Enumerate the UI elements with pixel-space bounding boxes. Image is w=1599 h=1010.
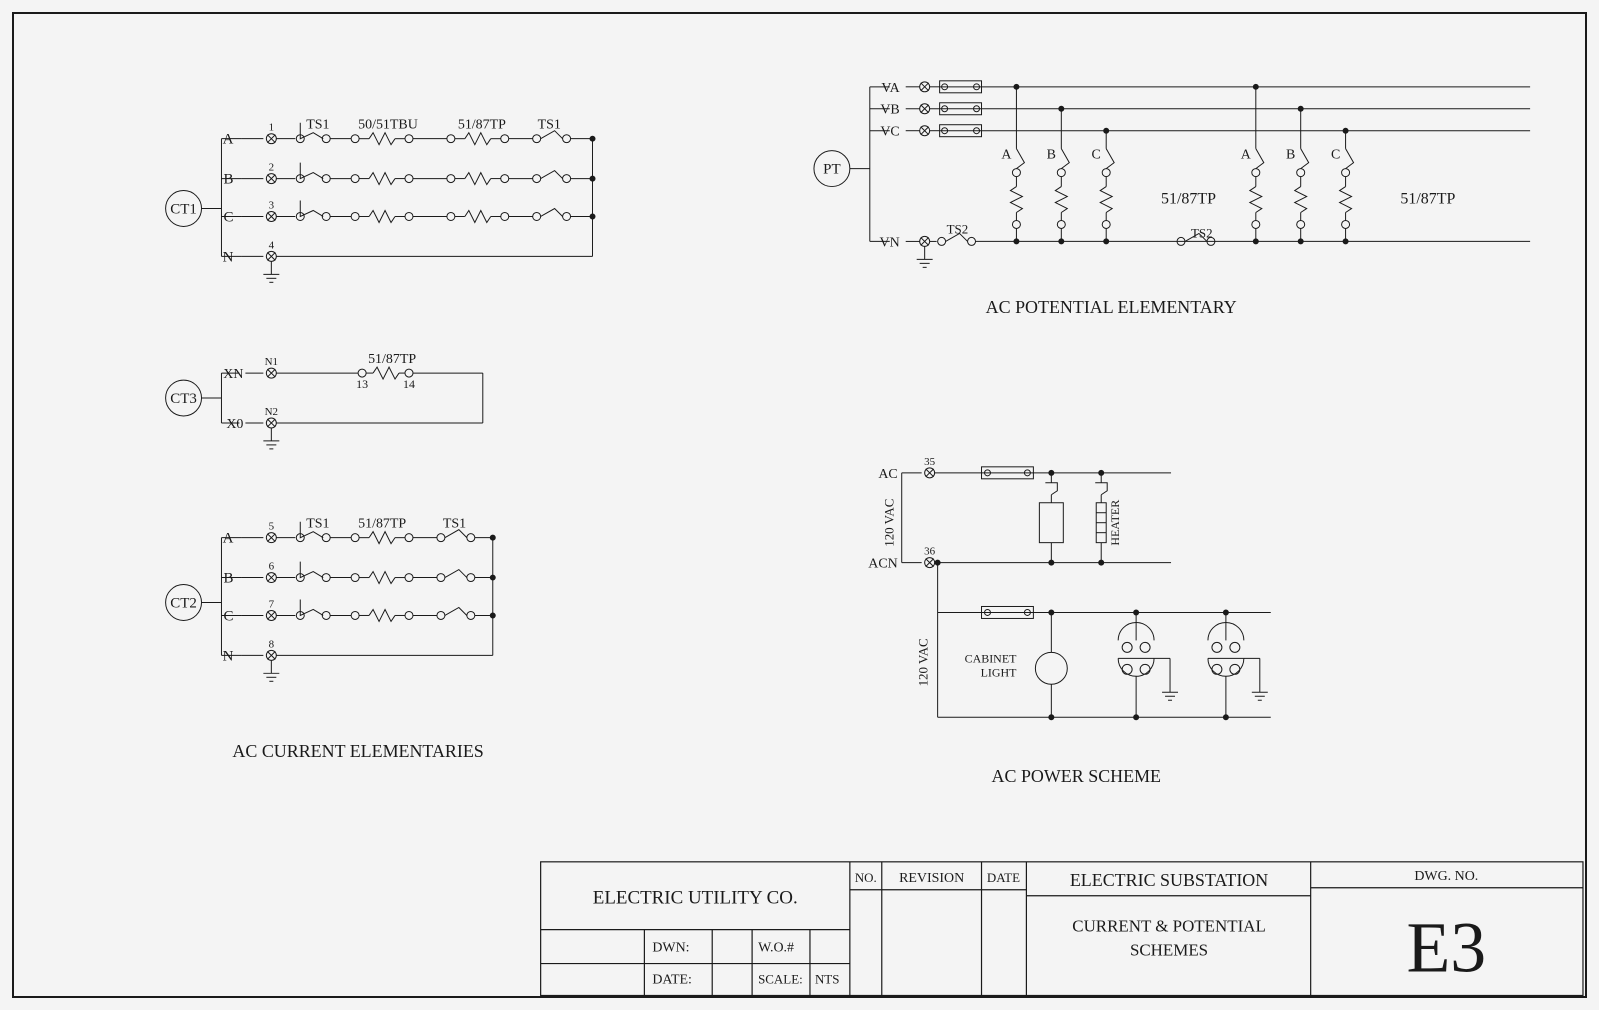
- tb-dwn: DWN:: [652, 941, 689, 956]
- tb-project: ELECTRIC SUBSTATION: [1070, 870, 1268, 890]
- schematic-canvas: CT1 TS1 50/51TBU 51/87TP TS1 A 1 B: [14, 14, 1585, 997]
- tb-sheet1: CURRENT & POTENTIAL: [1072, 917, 1266, 936]
- ct3-term-b: 14: [403, 377, 415, 391]
- power-ac-num: 35: [924, 456, 935, 468]
- ct3-x0-num: N2: [265, 406, 278, 418]
- tb-scale-val: NTS: [815, 972, 839, 987]
- tb-date: DATE:: [652, 973, 692, 988]
- power-heater-label: HEATER: [1108, 500, 1122, 546]
- ct2-label: CT2: [170, 595, 197, 611]
- power-acn-num: 36: [924, 546, 935, 558]
- power-receptacle-2: [1208, 610, 1268, 720]
- tb-dwg-no-label: DWG. NO.: [1414, 869, 1478, 884]
- tb-revision: REVISION: [899, 871, 964, 886]
- power-cabinet-light: CABINET LIGHT: [965, 610, 1068, 720]
- tb-wo: W.O.#: [758, 941, 794, 956]
- pt-vb-name: VB: [880, 103, 899, 118]
- ct1-row-b: B 2: [221, 162, 595, 188]
- ct3-row-xn: XN N1 13 14: [221, 356, 482, 391]
- pt-g2-b: B: [1286, 148, 1295, 163]
- pt-row-vn: VN TS2 TS2: [870, 221, 1530, 267]
- ct1-relay1: 50/51TBU: [358, 118, 418, 133]
- pt-g1-a: A: [1001, 148, 1011, 163]
- tb-date-col: DATE: [987, 870, 1020, 885]
- pt-label: PT: [823, 162, 840, 178]
- tb-company: ELECTRIC UTILITY CO.: [593, 888, 798, 909]
- ct1-phase-a-name: A: [223, 132, 234, 148]
- ct2-ts-left: TS1: [306, 517, 329, 532]
- pt-g2-c: C: [1331, 148, 1340, 163]
- ct1-n-num: 4: [269, 239, 275, 251]
- power-acn-name: ACN: [868, 557, 897, 572]
- pt-g1-c: C: [1092, 148, 1101, 163]
- ct1-label: CT1: [170, 201, 197, 217]
- ct2-n-num: 8: [269, 638, 275, 650]
- ct3-block: CT3 51/87TP XN N1 13 14 X0 N2: [166, 352, 483, 449]
- power-ac-name: AC: [878, 467, 897, 482]
- tb-dwg-no: E3: [1406, 908, 1486, 988]
- ct2-row-b: B 6: [221, 561, 495, 587]
- tb-sheet2: SCHEMES: [1130, 941, 1208, 960]
- power-volt-1: 120 VAC: [882, 499, 897, 547]
- ct3-term-a: 13: [356, 377, 368, 391]
- pt-g1-b: B: [1047, 148, 1056, 163]
- ct3-row-x0: X0 N2: [221, 406, 482, 449]
- ct2-relay: 51/87TP: [358, 517, 406, 532]
- pt-ts2-1: TS2: [947, 221, 969, 236]
- ct1-phase-a-num: 1: [269, 122, 274, 134]
- pt-row-va: VA: [870, 81, 1530, 96]
- ct2-c-num: 7: [269, 598, 275, 610]
- ct2-row-n: N 8: [221, 638, 492, 681]
- pt-row-vc: VC: [870, 125, 1530, 140]
- ct2-a-name: A: [223, 531, 234, 547]
- power-receptacle-1: [1118, 610, 1178, 720]
- ct2-block: CT2 TS1 51/87TP TS1 A 5 B 6: [166, 517, 496, 682]
- ct3-x0-name: X0: [226, 417, 243, 432]
- pt-va-name: VA: [881, 81, 899, 96]
- ct3-relay: 51/87TP: [368, 352, 416, 367]
- ct1-relay2: 51/87TP: [458, 118, 506, 133]
- power-light-label-2: LIGHT: [981, 665, 1018, 679]
- pt-g2-a: A: [1241, 148, 1251, 163]
- ct2-n-name: N: [223, 648, 234, 664]
- tb-no: NO.: [855, 870, 877, 885]
- ct2-c-name: C: [223, 608, 233, 624]
- ct2-row-c: C 7: [221, 598, 495, 624]
- pt-relay-1: 51/87TP: [1161, 191, 1216, 208]
- drawing-frame: CT1 TS1 50/51TBU 51/87TP TS1 A 1 B: [12, 12, 1587, 998]
- ct3-label: CT3: [170, 391, 197, 407]
- ct1-b-num: 2: [269, 162, 274, 174]
- ct2-a-num: 5: [269, 521, 275, 533]
- power-heater: HEATER: [1095, 470, 1122, 565]
- pt-vn-name: VN: [880, 235, 900, 250]
- ct1-n-name: N: [223, 249, 234, 265]
- ct2-b-name: B: [223, 571, 233, 587]
- ct1-b-name: B: [223, 172, 233, 188]
- power-device-1: [1039, 470, 1063, 565]
- ct3-xn-name: XN: [223, 367, 243, 382]
- title-potential: AC POTENTIAL ELEMENTARY: [986, 297, 1237, 317]
- pt-relay-2: 51/87TP: [1400, 191, 1455, 208]
- pt-row-vb: VB: [870, 103, 1530, 118]
- ct1-ts-left: TS1: [306, 118, 329, 133]
- tb-scale-label: SCALE:: [758, 972, 803, 987]
- title-current: AC CURRENT ELEMENTARIES: [232, 741, 483, 761]
- ct1-block: CT1 TS1 50/51TBU 51/87TP TS1 A 1 B: [166, 118, 595, 283]
- title-power: AC POWER SCHEME: [992, 766, 1161, 786]
- power-light-label-1: CABINET: [965, 651, 1017, 665]
- ct1-row-c: C 3: [221, 200, 595, 226]
- ct1-row-n: N 4: [221, 239, 592, 282]
- pt-block: PT VA VB VC VN: [814, 81, 1530, 268]
- power-block: AC 35 ACN 36 120 VAC HEATER 120 VAC: [868, 456, 1271, 720]
- ct2-ts-right: TS1: [443, 517, 466, 532]
- ct2-b-num: 6: [269, 561, 275, 573]
- title-block: ELECTRIC UTILITY CO. DWN: DATE: W.O.# SC…: [541, 862, 1583, 996]
- pt-vc-name: VC: [880, 125, 899, 140]
- ct1-ts-right: TS1: [538, 118, 561, 133]
- ct1-c-name: C: [223, 209, 233, 225]
- ct1-c-num: 3: [269, 200, 275, 212]
- ct3-xn-num: N1: [265, 356, 278, 368]
- power-volt-2: 120 VAC: [916, 638, 931, 686]
